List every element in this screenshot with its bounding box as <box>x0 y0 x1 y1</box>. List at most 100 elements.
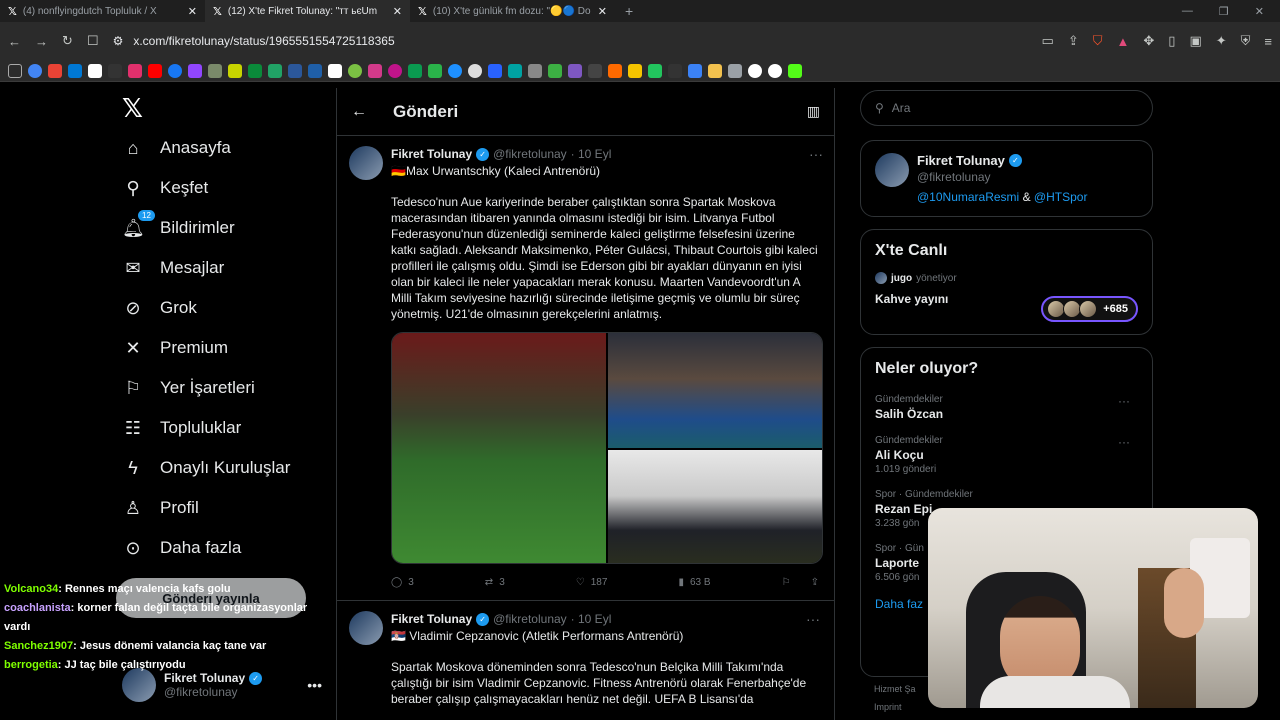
google-icon[interactable] <box>748 63 762 78</box>
back-icon[interactable]: ← <box>8 34 21 49</box>
new-tab-icon[interactable]: + <box>615 3 643 19</box>
leo-icon[interactable]: ✦ <box>1216 33 1227 49</box>
bookmark-icon-2[interactable] <box>48 63 62 78</box>
vpn-icon[interactable]: ⛨ <box>1241 33 1251 49</box>
browser-tab-3[interactable]: 𝕏 (10) X'te günlük fm dozu: "🟡🔵 Do ✕ <box>410 0 615 22</box>
like-button[interactable]: ♡ 187 <box>576 577 608 588</box>
tweet-date[interactable]: · 10 Eyl <box>571 612 612 626</box>
close-icon[interactable]: ✕ <box>598 5 607 18</box>
bookmark-icon-19[interactable] <box>388 63 402 78</box>
more-dots-icon[interactable]: ··· <box>806 611 820 627</box>
bookmark-icon-29[interactable] <box>588 63 602 78</box>
bookmark-icon-34[interactable] <box>688 63 702 78</box>
bookmark-icon-33[interactable] <box>668 63 682 78</box>
bookmark-icon-17[interactable] <box>348 63 362 78</box>
bookmark-icon-6[interactable] <box>128 63 142 78</box>
browser-tab-1[interactable]: 𝕏 (4) nonflyingdutch Topluluk / X ✕ <box>0 0 205 22</box>
nav-item-notifications[interactable]: 🔔︎ 12 Bildirimler <box>110 208 330 248</box>
bookmark-icon-14[interactable] <box>288 63 302 78</box>
extensions-icon[interactable]: ✥ <box>1143 33 1154 49</box>
share-icon[interactable]: ⇪ <box>811 577 819 588</box>
views-button[interactable]: ▮ 63 B <box>678 577 710 588</box>
avatar[interactable] <box>349 146 383 180</box>
wallet-icon[interactable]: ▣ <box>1189 33 1201 49</box>
trend-item[interactable]: Gündemdekiler Ali Koçu 1.019 gönderi ··· <box>875 435 1138 475</box>
nav-item-premium[interactable]: ✕ Premium <box>110 328 330 368</box>
kick-icon[interactable] <box>788 63 802 78</box>
tweet-author-handle[interactable]: @fikretolunay <box>493 612 567 626</box>
bookmark-icon-18[interactable] <box>368 63 382 78</box>
apps-grid-icon[interactable] <box>8 63 22 78</box>
bookmark-icon-12[interactable] <box>248 63 262 78</box>
bookmark-page-icon[interactable]: ☐ <box>87 33 99 49</box>
avatar[interactable] <box>349 611 383 645</box>
close-icon[interactable]: ✕ <box>393 5 402 18</box>
more-dots-icon[interactable]: ··· <box>809 146 823 162</box>
browser-tab-2[interactable]: 𝕏 (12) X'te Fikret Tolunay: "тт ьєUm ✕ <box>205 0 410 22</box>
nav-item-home[interactable]: ⌂ Anasayfa <box>110 128 330 168</box>
bookmark-icon-28[interactable] <box>568 63 582 78</box>
tweet-author-name[interactable]: Fikret Tolunay <box>391 147 472 161</box>
bookmark-icon-4[interactable] <box>88 63 102 78</box>
tweet-author-handle[interactable]: @fikretolunay <box>493 147 567 161</box>
search-box[interactable]: ⚲ Ara <box>860 90 1153 126</box>
bookmark-icon-23[interactable] <box>468 63 482 78</box>
trend-item[interactable]: Gündemdekiler Salih Özcan ··· <box>875 394 1138 421</box>
bookmark-icon-10[interactable] <box>208 63 222 78</box>
footer-link[interactable]: Imprint <box>874 698 916 716</box>
folder-icon[interactable] <box>708 63 722 78</box>
bookmark-icon-32[interactable] <box>648 63 662 78</box>
x-logo-icon[interactable]: 𝕏 <box>122 88 330 128</box>
nav-item-messages[interactable]: ✉ Mesajlar <box>110 248 330 288</box>
sidebar-toggle-icon[interactable]: ▯ <box>1168 33 1175 49</box>
tweet-image-goalkeeper[interactable] <box>392 333 606 563</box>
bookmark-icon-24[interactable] <box>488 63 502 78</box>
forward-icon[interactable]: → <box>35 34 48 49</box>
close-icon[interactable]: ✕ <box>188 5 197 18</box>
bookmark-icon-5[interactable] <box>108 63 122 78</box>
nav-item-grok[interactable]: ⊘ Grok <box>110 288 330 328</box>
bookmark-icon-27[interactable] <box>548 63 562 78</box>
cast-icon[interactable]: ▭ <box>1042 33 1054 49</box>
nav-item-profile[interactable]: ♙ Profil <box>110 488 330 528</box>
listeners-pill[interactable]: +685 <box>1041 296 1138 322</box>
share-icon[interactable]: ⇪ <box>1068 33 1079 49</box>
avatar[interactable] <box>875 153 909 187</box>
repost-button[interactable]: ⇄ 3 <box>485 577 505 588</box>
window-close-icon[interactable]: ✕ <box>1255 5 1264 18</box>
bookmark-icon-13[interactable] <box>268 63 282 78</box>
nav-item-communities[interactable]: ☷ Topluluklar <box>110 408 330 448</box>
bookmark-icon-11[interactable] <box>228 63 242 78</box>
bookmark-icon-7[interactable] <box>148 63 162 78</box>
menu-icon[interactable]: ≡ <box>1264 34 1272 49</box>
bookmark-icon-20[interactable] <box>408 63 422 78</box>
bookmark-icon-25[interactable] <box>508 63 522 78</box>
bookmark-icon-30[interactable] <box>608 63 622 78</box>
tweet-author-name[interactable]: Fikret Tolunay <box>391 612 472 626</box>
bookmark-icon-31[interactable] <box>628 63 642 78</box>
bookmark-icon-8[interactable] <box>168 63 182 78</box>
host-name[interactable]: jugo <box>891 273 912 284</box>
bookmark-icon-21[interactable] <box>428 63 442 78</box>
brave-shield-icon[interactable]: ⛉ <box>1093 33 1103 49</box>
bookmark-icon-1[interactable] <box>28 63 42 78</box>
bookmark-icon-22[interactable] <box>448 63 462 78</box>
tweet-image-two-men[interactable] <box>608 333 822 448</box>
rewards-icon[interactable]: ▲ <box>1117 34 1130 49</box>
maximize-icon[interactable]: ❐ <box>1219 5 1229 18</box>
tweet-date[interactable]: · 10 Eyl <box>571 147 612 161</box>
reload-icon[interactable]: ↻ <box>62 33 73 49</box>
google-icon-2[interactable] <box>768 63 782 78</box>
more-dots-icon[interactable]: ••• <box>307 677 322 693</box>
footer-link[interactable]: Hizmet Şa <box>874 680 916 698</box>
back-arrow-icon[interactable]: ← <box>351 103 367 121</box>
bookmark-icon-15[interactable] <box>308 63 322 78</box>
link-icon[interactable] <box>728 63 742 78</box>
reply-button[interactable]: ◯ 3 <box>391 577 414 588</box>
profile-name[interactable]: Fikret Tolunay <box>917 153 1005 168</box>
bookmark-icon-3[interactable] <box>68 63 82 78</box>
bookmark-button[interactable]: ⚐ ⇪ <box>782 577 819 588</box>
bookmark-icon-26[interactable] <box>528 63 542 78</box>
address-bar[interactable]: ⚙ x.com/fikretolunay/status/196555155472… <box>113 34 395 48</box>
reader-mode-icon[interactable]: ▥ <box>807 103 820 120</box>
